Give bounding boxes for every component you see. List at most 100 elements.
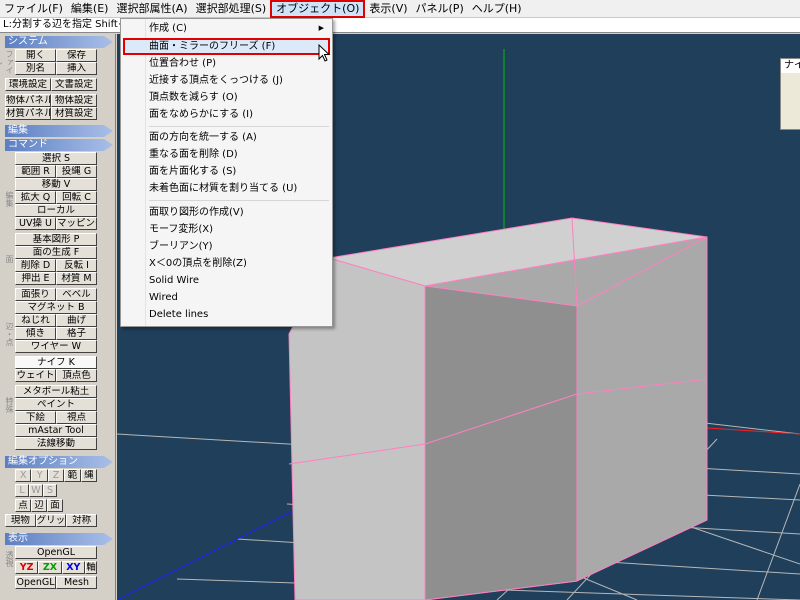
yz-view-button[interactable]: YZ: [15, 561, 39, 574]
menu-file[interactable]: ファイル(F): [0, 0, 67, 18]
section-header-command[interactable]: コマンド: [5, 139, 113, 151]
metaball-button[interactable]: メタボール粘土: [15, 385, 97, 398]
xy-view-button[interactable]: XY: [61, 561, 85, 574]
normal-move-button[interactable]: 法線移動: [15, 437, 97, 450]
current-button[interactable]: 現物: [5, 514, 36, 527]
weight-button[interactable]: ウェイト: [15, 369, 56, 382]
material-button[interactable]: 材質 M: [56, 272, 97, 285]
move-button[interactable]: 移動 V: [15, 178, 97, 191]
flip-button[interactable]: 反転 I: [56, 259, 97, 272]
material-settings-button[interactable]: 材質設定: [51, 107, 97, 120]
edge-toggle[interactable]: 辺: [31, 499, 47, 512]
stretch-face-button[interactable]: 面張り: [15, 288, 56, 301]
menu-item-align[interactable]: 位置合わせ (P): [123, 55, 330, 72]
menu-item-unify-face-direction[interactable]: 面の方向を統一する (A): [123, 129, 330, 146]
y-toggle[interactable]: Y: [31, 469, 48, 482]
menu-panel[interactable]: パネル(P): [412, 0, 468, 18]
extrude-button[interactable]: 押出 E: [15, 272, 56, 285]
menu-item-merge-near-vertices[interactable]: 近接する頂点をくっつける (J): [123, 72, 330, 89]
grid-button[interactable]: グリッド: [35, 514, 67, 527]
menu-object[interactable]: オブジェクト(O): [270, 0, 366, 18]
object-panel-button[interactable]: 物体パネル: [5, 94, 51, 107]
vertex-color-button[interactable]: 頂点色: [56, 369, 97, 382]
mesh-button[interactable]: Mesh: [56, 576, 97, 589]
basic-shape-button[interactable]: 基本図形 P: [15, 233, 97, 246]
doc-settings-button[interactable]: 文書設定: [51, 78, 97, 91]
save-button[interactable]: 保存: [56, 49, 97, 62]
select-button[interactable]: 選択 S: [15, 152, 97, 165]
navigation-panel[interactable]: ナイ: [780, 58, 800, 130]
menu-item-solid-wire[interactable]: Solid Wire: [123, 272, 330, 289]
lattice-button[interactable]: 格子: [56, 327, 97, 340]
s-toggle[interactable]: S: [43, 484, 57, 497]
rotate-button[interactable]: 回転 C: [56, 191, 97, 204]
paint-button[interactable]: ペイント: [15, 398, 97, 411]
z-toggle[interactable]: Z: [47, 469, 65, 482]
uv-button[interactable]: UV操 U: [15, 217, 56, 230]
insert-button[interactable]: 挿入: [56, 62, 97, 75]
section-header-system[interactable]: システム: [5, 36, 113, 48]
mapping-button[interactable]: マッピング: [56, 217, 97, 230]
menu-item-delete-negative-x[interactable]: X＜0の頂点を削除(Z): [123, 255, 330, 272]
open-button[interactable]: 開く: [15, 49, 56, 62]
magnet-button[interactable]: マグネット B: [15, 301, 97, 314]
menu-view[interactable]: 表示(V): [365, 0, 411, 18]
material-panel-button[interactable]: 材質パネル: [5, 107, 51, 120]
zx-view-button[interactable]: ZX: [38, 561, 62, 574]
viewpoint-button[interactable]: 視点: [56, 411, 97, 424]
menu-item-single-side-faces[interactable]: 面を片面化する (S): [123, 163, 330, 180]
scale-button[interactable]: 拡大 Q: [15, 191, 56, 204]
l-toggle[interactable]: L: [15, 484, 29, 497]
env-settings-button[interactable]: 環境設定: [5, 78, 51, 91]
menu-selection-processing[interactable]: 選択部処理(S): [192, 0, 271, 18]
knife-button[interactable]: ナイフ K: [15, 356, 97, 369]
menu-item-morph[interactable]: モーフ変形(X): [123, 221, 330, 238]
menu-edit[interactable]: 編集(E): [67, 0, 113, 18]
menu-item-assign-material[interactable]: 未着色面に材質を割り当てる (U): [123, 180, 330, 197]
opengl-button[interactable]: OpenGL: [15, 546, 97, 559]
section-header-edit[interactable]: 編集: [5, 125, 113, 137]
section-header-edit-options[interactable]: 編集オプション: [5, 456, 113, 468]
face-generate-button[interactable]: 面の生成 F: [15, 246, 97, 259]
menu-item-smooth-faces[interactable]: 面をなめらかにする (I): [123, 106, 330, 123]
w-toggle[interactable]: W: [29, 484, 43, 497]
axis-button[interactable]: 軸: [84, 561, 97, 574]
save-as-button[interactable]: 別名: [15, 62, 56, 75]
grid-line: [756, 483, 800, 600]
menu-item-chamfer-shape[interactable]: 面取り図形の作成(V): [123, 204, 330, 221]
lasso-button[interactable]: 投縄 G: [56, 165, 97, 178]
options-group: XYZ範縄 LWS 点辺面 現物グリッド対称: [5, 469, 98, 527]
menu-item-freeze-surface-mirror[interactable]: 曲面・ミラーのフリーズ (F): [123, 38, 330, 55]
menu-item-create[interactable]: 作成 (C) ▶: [123, 20, 330, 37]
underlay-button[interactable]: 下絵: [15, 411, 56, 424]
tilt-button[interactable]: 傾き: [15, 327, 56, 340]
menu-item-delete-lines[interactable]: Delete lines: [123, 306, 330, 323]
edge-point-side-label: 辺・点: [5, 322, 14, 346]
menu-item-boolean[interactable]: ブーリアン(Y): [123, 238, 330, 255]
menu-item-wired[interactable]: Wired: [123, 289, 330, 306]
range-toggle[interactable]: 範: [64, 469, 81, 482]
menu-item-reduce-vertices[interactable]: 頂点数を減らす (O): [123, 89, 330, 106]
mastar-tool-button[interactable]: mAstar Tool: [15, 424, 97, 437]
opengl-2-button[interactable]: OpenGL: [15, 576, 56, 589]
range-button[interactable]: 範囲 R: [15, 165, 56, 178]
symmetry-button[interactable]: 対称: [66, 514, 98, 527]
x-toggle[interactable]: X: [15, 469, 32, 482]
wire-button[interactable]: ワイヤー W: [15, 340, 97, 353]
bevel-button[interactable]: ベベル: [56, 288, 97, 301]
edit-group: 編集 選択 S 範囲 R 投縄 G 移動 V 拡大 Q 回転 C ローカル UV操 …: [5, 152, 97, 230]
local-button[interactable]: ローカル: [15, 204, 97, 217]
section-header-display[interactable]: 表示: [5, 533, 113, 545]
bend-button[interactable]: 曲げ: [56, 314, 97, 327]
lasso-toggle[interactable]: 縄: [80, 469, 98, 482]
cube-mesh[interactable]: [288, 217, 708, 600]
twist-button[interactable]: ねじれ: [15, 314, 56, 327]
menu-selection-attributes[interactable]: 選択部属性(A): [112, 0, 191, 18]
face-toggle[interactable]: 面: [47, 499, 63, 512]
point-toggle[interactable]: 点: [15, 499, 31, 512]
menu-separator: [149, 200, 329, 201]
menu-help[interactable]: ヘルプ(H): [468, 0, 526, 18]
object-settings-button[interactable]: 物体設定: [51, 94, 97, 107]
delete-button[interactable]: 削除 D: [15, 259, 56, 272]
menu-item-delete-overlapping-faces[interactable]: 重なる面を削除 (D): [123, 146, 330, 163]
